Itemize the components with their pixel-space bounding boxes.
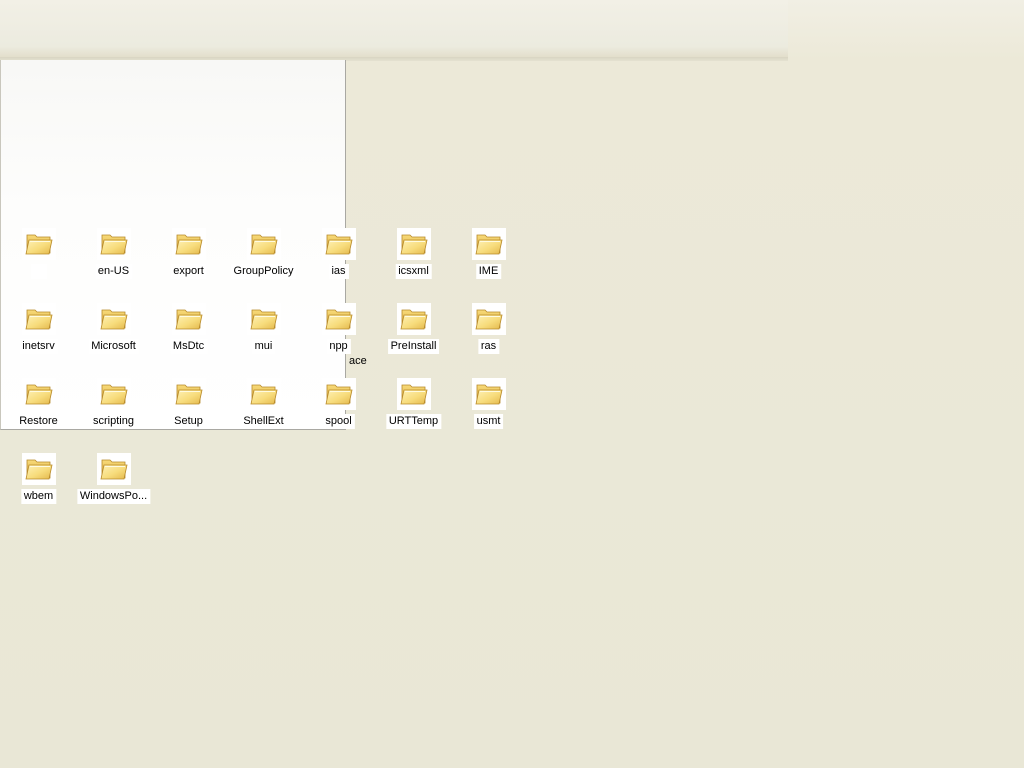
folder-label: ras [477,339,500,354]
folder-label: IME [475,264,502,279]
folder-label: icsxml [395,264,432,279]
folder-label [30,264,47,279]
folder-item[interactable] [1,228,76,303]
folder-icon [96,453,131,485]
folder-item[interactable]: usmt [451,378,526,453]
folder-item[interactable]: spool [301,378,376,453]
folder-icon [396,303,431,335]
folder-label: Restore [16,414,61,429]
folder-icon [246,228,281,260]
folder-item[interactable]: Restore [1,378,76,453]
folder-item[interactable]: ras [451,303,526,378]
folder-label: GroupPolicy [230,264,297,279]
folder-icon [21,303,56,335]
folder-item[interactable]: ShellExt [226,378,301,453]
folder-icon [321,378,356,410]
folder-item[interactable]: wbem [1,453,76,528]
folder-label: mui [251,339,276,354]
folder-item[interactable]: MsDtc [151,303,226,378]
desktop: ace en-US export GroupPolicy ias icsxml … [0,0,1024,768]
folder-item[interactable]: npp [301,303,376,378]
folder-item[interactable]: inetsrv [1,303,76,378]
folder-item[interactable]: URTTemp [376,378,451,453]
folder-icon [171,228,206,260]
folder-label: ias [328,264,349,279]
folder-label: ShellExt [240,414,287,429]
folder-label: wbem [20,489,57,504]
folder-icon [396,228,431,260]
folder-icon [246,303,281,335]
folder-icon [321,303,356,335]
folder-label: export [170,264,207,279]
folder-label: scripting [90,414,137,429]
folder-label: en-US [94,264,133,279]
folder-icon [171,303,206,335]
folder-icon [96,303,131,335]
folder-icon [171,378,206,410]
folder-item[interactable]: en-US [76,228,151,303]
folder-item[interactable]: mui [226,303,301,378]
folder-icon [471,378,506,410]
folder-label: WindowsPo... [76,489,151,504]
folder-item[interactable]: GroupPolicy [226,228,301,303]
folder-icon [96,378,131,410]
folder-icon [21,378,56,410]
folder-label: Setup [171,414,206,429]
folder-icon [96,228,131,260]
folder-item[interactable]: icsxml [376,228,451,303]
folder-item[interactable]: ias [301,228,376,303]
folder-icon [471,228,506,260]
folder-item[interactable]: IME [451,228,526,303]
folder-item[interactable]: WindowsPo... [76,453,151,528]
folder-item[interactable]: Microsoft [76,303,151,378]
folder-label: Microsoft [88,339,139,354]
folder-label: npp [326,339,351,354]
folder-icon [396,378,431,410]
folder-label: MsDtc [169,339,208,354]
folder-icon [21,228,56,260]
folder-item[interactable]: PreInstall [376,303,451,378]
folder-label: usmt [473,414,504,429]
folder-icon [471,303,506,335]
folder-label: PreInstall [387,339,440,354]
folder-icon [246,378,281,410]
folder-label: URTTemp [385,414,442,429]
folder-icon [321,228,356,260]
folder-item[interactable]: scripting [76,378,151,453]
folder-label: inetsrv [19,339,58,354]
folder-icon [21,453,56,485]
window-top-band [0,0,788,58]
folder-item[interactable]: export [151,228,226,303]
folder-label: spool [322,414,355,429]
folder-item[interactable]: Setup [151,378,226,453]
